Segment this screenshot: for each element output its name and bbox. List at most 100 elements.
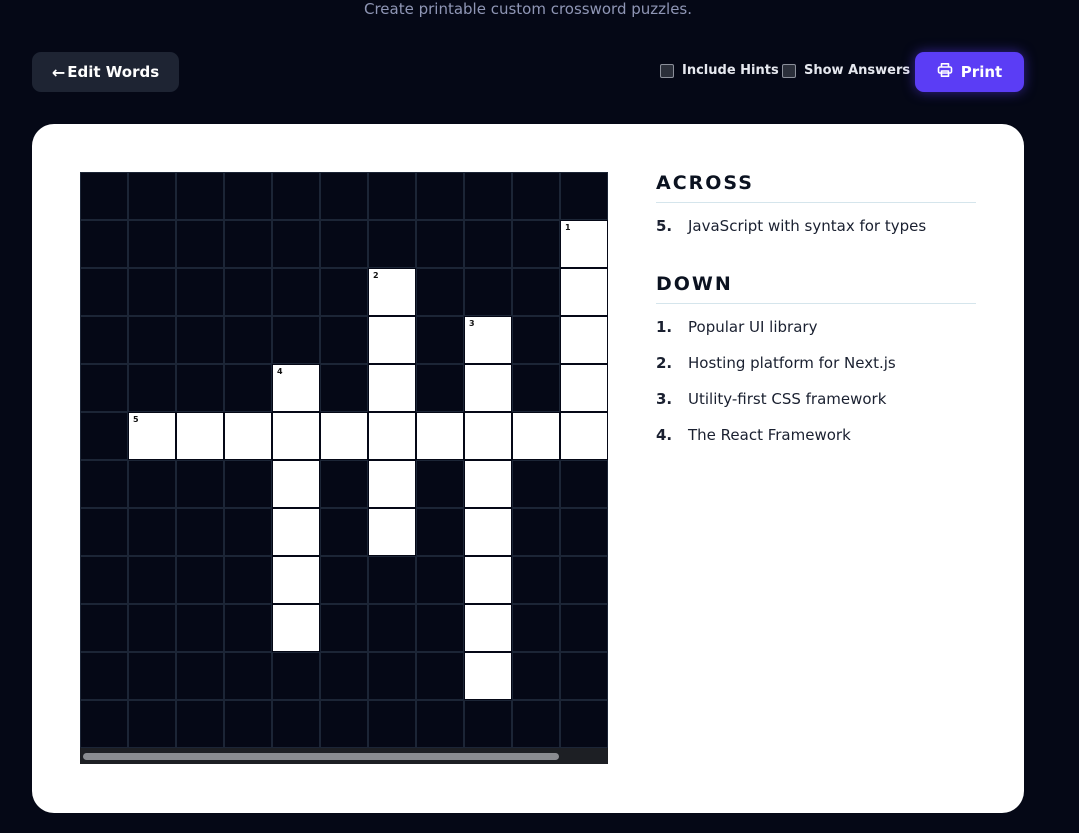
grid-cell-blocked [80,220,128,268]
include-hints-toggle[interactable]: Include Hints [660,63,779,78]
grid-cell-blocked [512,556,560,604]
grid-cell-open[interactable] [464,412,512,460]
clue-item-number: 1. [656,318,673,336]
grid-cell-open[interactable] [464,556,512,604]
grid-cell-open[interactable] [416,412,464,460]
grid-cell-open[interactable] [464,508,512,556]
grid-cell-open[interactable] [176,412,224,460]
clue-item: 5. JavaScript with syntax for types [656,217,976,253]
grid-cell-blocked [176,172,224,220]
crossword-grid-frame: 1 2 3 4 5 [80,172,608,764]
grid-cell-blocked [320,220,368,268]
grid-cell-blocked [512,172,560,220]
grid-cell-blocked [272,220,320,268]
grid-cell-blocked [128,652,176,700]
grid-cell-open[interactable] [272,508,320,556]
show-answers-checkbox[interactable] [782,63,796,78]
grid-cell-open[interactable] [464,364,512,412]
grid-cell-blocked [80,604,128,652]
grid-cell-open[interactable]: 5 [128,412,176,460]
grid-cell-blocked [320,364,368,412]
grid-cell-blocked [416,220,464,268]
grid-cell-blocked [272,172,320,220]
horizontal-scrollbar[interactable] [80,748,608,764]
grid-cell-blocked [368,604,416,652]
grid-cell-blocked [272,268,320,316]
grid-cell-open[interactable] [464,460,512,508]
grid-cell-blocked [176,508,224,556]
grid-cell-open[interactable] [272,460,320,508]
clue-item-number: 4. [656,426,673,444]
grid-cell-blocked [512,220,560,268]
grid-cell-blocked [176,604,224,652]
include-hints-label: Include Hints [682,63,779,78]
grid-cell-blocked [176,364,224,412]
grid-cell-open[interactable]: 2 [368,268,416,316]
show-answers-label: Show Answers [804,63,911,78]
across-clue-list: 5. JavaScript with syntax for types [656,217,976,253]
grid-cell-open[interactable] [464,652,512,700]
grid-cell-open[interactable]: 3 [464,316,512,364]
grid-cell-open[interactable] [368,412,416,460]
grid-cell-blocked [176,460,224,508]
grid-cell-blocked [224,268,272,316]
clue-item-text: Utility-first CSS framework [688,390,887,408]
print-button[interactable]: Print [915,52,1024,92]
grid-cell-blocked [320,316,368,364]
puzzle-card: 1 2 3 4 5 ACROSS 5. JavaScript with syntax fo… [32,124,1024,813]
grid-cell-blocked [176,556,224,604]
grid-cell-blocked [80,460,128,508]
clue-number: 2 [373,271,379,280]
grid-cell-open[interactable] [224,412,272,460]
grid-cell-blocked [464,220,512,268]
grid-cell-blocked [320,700,368,748]
grid-cell-open[interactable] [560,316,608,364]
clue-number: 4 [277,367,283,376]
grid-cell-blocked [416,268,464,316]
grid-cell-open[interactable] [368,316,416,364]
grid-cell-open[interactable] [368,364,416,412]
grid-cell-blocked [416,556,464,604]
grid-cell-open[interactable] [368,460,416,508]
grid-cell-blocked [512,604,560,652]
scrollbar-thumb[interactable] [83,753,559,760]
grid-cell-blocked [368,556,416,604]
clue-item-text: The React Framework [688,426,851,444]
grid-cell-blocked [560,556,608,604]
grid-cell-open[interactable] [512,412,560,460]
clue-item: 3. Utility-first CSS framework [656,390,976,426]
grid-cell-blocked [512,652,560,700]
grid-cell-blocked [224,508,272,556]
clue-number: 3 [469,319,475,328]
grid-cell-blocked [128,316,176,364]
grid-cell-open[interactable] [272,556,320,604]
clue-item-text: Hosting platform for Next.js [688,354,896,372]
grid-cell-open[interactable] [320,412,368,460]
grid-cell-blocked [512,700,560,748]
grid-cell-open[interactable] [560,268,608,316]
grid-cell-blocked [272,652,320,700]
grid-cell-blocked [416,364,464,412]
print-label: Print [960,63,1003,81]
grid-cell-open[interactable]: 4 [272,364,320,412]
grid-cell-open[interactable] [560,412,608,460]
grid-cell-open[interactable]: 1 [560,220,608,268]
grid-cell-blocked [128,460,176,508]
grid-cell-blocked [80,268,128,316]
grid-cell-open[interactable] [272,412,320,460]
grid-cell-open[interactable] [368,508,416,556]
edit-words-button[interactable]: ← Edit Words [32,52,179,92]
grid-cell-blocked [368,172,416,220]
grid-cell-blocked [128,604,176,652]
show-answers-toggle[interactable]: Show Answers [782,63,910,78]
grid-cell-blocked [560,652,608,700]
grid-cell-open[interactable] [464,604,512,652]
grid-cell-open[interactable] [272,604,320,652]
grid-cell-blocked [224,364,272,412]
clue-number: 1 [565,223,571,232]
grid-cell-blocked [80,556,128,604]
grid-cell-blocked [368,220,416,268]
include-hints-checkbox[interactable] [660,63,674,78]
grid-cell-blocked [224,700,272,748]
grid-cell-open[interactable] [560,364,608,412]
